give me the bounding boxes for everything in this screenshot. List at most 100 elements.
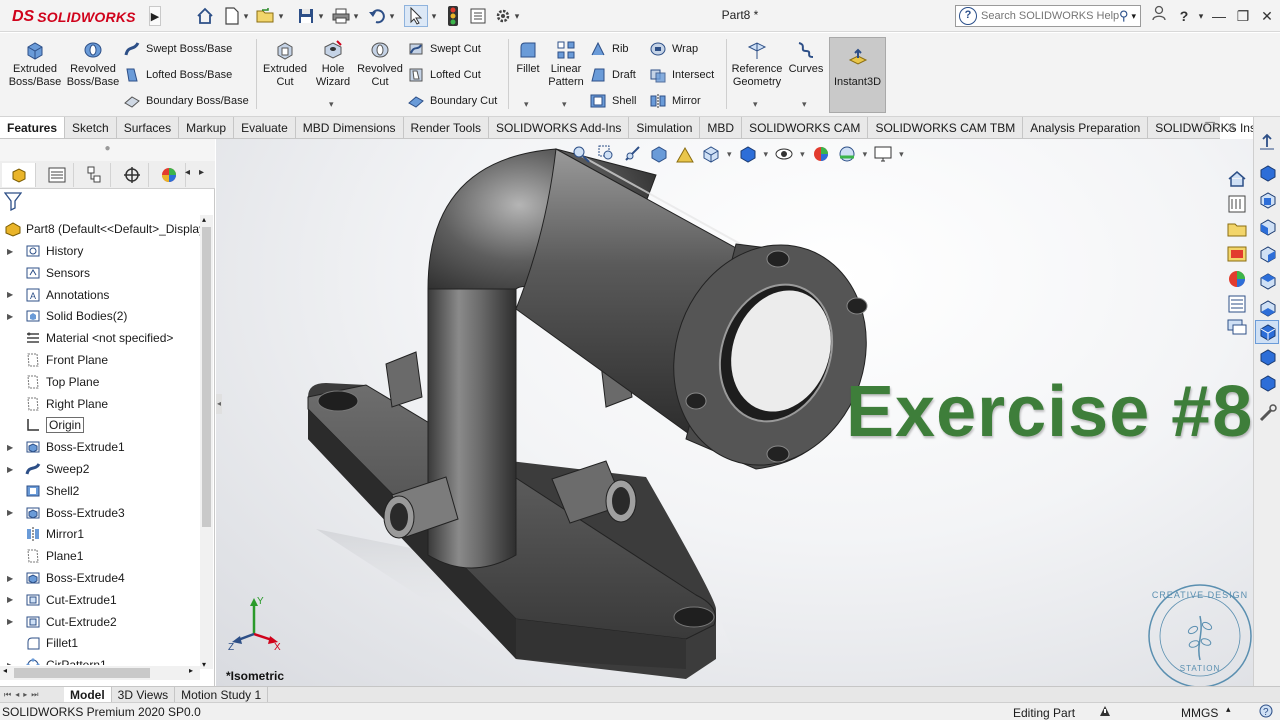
- search-icon[interactable]: ⚲: [1119, 8, 1129, 24]
- close-button[interactable]: ✕: [1256, 5, 1278, 27]
- scroll-left-icon[interactable]: ◂: [3, 666, 7, 675]
- apply-scene-icon[interactable]: [837, 144, 857, 164]
- tree-item-front-plane[interactable]: Front Plane: [0, 350, 108, 370]
- undo-dropdown-caret[interactable]: ▾: [388, 5, 396, 27]
- expand-arrow-icon[interactable]: ▶: [7, 574, 17, 583]
- panel-drag-handle[interactable]: ●: [0, 139, 215, 161]
- tab-solidworks-add-ins[interactable]: SOLIDWORKS Add-Ins: [489, 117, 630, 138]
- zoom-to-area-icon[interactable]: [597, 144, 617, 164]
- prev-tab-icon[interactable]: ◂: [15, 690, 19, 699]
- tab-mbd[interactable]: MBD: [700, 117, 743, 138]
- propertymanager-tab[interactable]: [40, 163, 74, 187]
- tabs-scroll-right-icon[interactable]: ▸: [199, 167, 204, 178]
- view-orientation-dropdown-caret[interactable]: ▾: [727, 149, 732, 160]
- tree-item-plane1[interactable]: Plane1: [0, 546, 83, 566]
- tab-restore-icon[interactable]: ❐: [1204, 120, 1216, 136]
- appearances-icon[interactable]: [1226, 268, 1248, 290]
- open-folder-icon[interactable]: [255, 5, 277, 27]
- normal-to-icon[interactable]: [1258, 403, 1278, 423]
- view-orientation-icon[interactable]: [701, 144, 721, 164]
- tab-analysis-preparation[interactable]: Analysis Preparation: [1023, 117, 1149, 138]
- panel-collapse-handle[interactable]: ◂: [216, 394, 222, 414]
- tree-vertical-scrollbar[interactable]: ▴ ▾: [200, 215, 213, 669]
- view-isometric-cube-icon[interactable]: [1258, 322, 1278, 342]
- view-left-cube-icon[interactable]: [1258, 217, 1278, 237]
- fillet-button[interactable]: Fillet: [512, 39, 544, 76]
- featuremanager-tab[interactable]: [2, 163, 36, 187]
- tree-item-solid-bodies-2[interactable]: ▶ Solid Bodies(2): [0, 306, 127, 326]
- expand-arrow-icon[interactable]: ▶: [7, 247, 17, 256]
- filter-icon[interactable]: [3, 191, 24, 212]
- tab-mbd-dimensions[interactable]: MBD Dimensions: [296, 117, 404, 138]
- select-arrow-icon[interactable]: [404, 5, 428, 27]
- scroll-up-icon[interactable]: ▴: [202, 215, 206, 224]
- new-document-icon[interactable]: [221, 5, 243, 27]
- options-gear-icon[interactable]: [492, 5, 514, 27]
- mirror-button[interactable]: Mirror: [650, 92, 701, 110]
- configurationmanager-tab[interactable]: [77, 163, 111, 187]
- expand-arrow-icon[interactable]: ▶: [7, 290, 17, 299]
- print-dropdown-caret[interactable]: ▾: [352, 5, 360, 27]
- save-icon[interactable]: [295, 5, 317, 27]
- hide-show-items-icon[interactable]: [774, 144, 794, 164]
- part-root-node[interactable]: Part8 (Default<<Default>_Display: [4, 219, 200, 239]
- view-trimetric-cube-icon[interactable]: [1258, 347, 1278, 367]
- swept-cut-button[interactable]: Swept Cut: [408, 40, 481, 58]
- fillet-dropdown-caret[interactable]: ▾: [524, 99, 529, 110]
- next-tab-icon[interactable]: ▸: [23, 690, 27, 699]
- help-status-icon[interactable]: ?: [1258, 704, 1274, 718]
- tab-solidworks-cam[interactable]: SOLIDWORKS CAM: [742, 117, 869, 138]
- select-dropdown-caret[interactable]: ▾: [430, 5, 438, 27]
- swept-boss-button[interactable]: Swept Boss/Base: [124, 40, 232, 58]
- zoom-to-fit-icon[interactable]: [571, 144, 591, 164]
- revolved-boss-button[interactable]: Revolved Boss/Base: [66, 39, 120, 89]
- design-library-folder-icon[interactable]: [1226, 218, 1248, 240]
- tree-item-boss-extrude1[interactable]: ▶ Boss-Extrude1: [0, 437, 125, 457]
- menu-flyout-arrow[interactable]: ▶: [149, 6, 161, 26]
- bottom-tab-motion-study-1[interactable]: Motion Study 1: [175, 687, 269, 702]
- displaymanager-tab[interactable]: [152, 163, 186, 187]
- view-settings-monitor-icon[interactable]: [873, 144, 893, 164]
- tree-item-cirpattern1[interactable]: ▶ CirPattern1: [0, 655, 107, 665]
- new-dropdown-caret[interactable]: ▾: [242, 5, 250, 27]
- minimize-button[interactable]: —: [1208, 5, 1230, 27]
- expand-arrow-icon[interactable]: ▶: [7, 443, 17, 452]
- boundary-boss-button[interactable]: Boundary Boss/Base: [124, 92, 249, 110]
- tree-item-sensors[interactable]: Sensors: [0, 263, 90, 283]
- 3d-content-central-icon[interactable]: [1226, 193, 1248, 215]
- first-tab-icon[interactable]: ⏮: [4, 690, 11, 700]
- file-properties-icon[interactable]: [467, 5, 489, 27]
- tree-horizontal-scrollbar[interactable]: ◂ ▸: [0, 666, 200, 680]
- bottom-tab-model[interactable]: Model: [64, 687, 112, 702]
- tree-item-material-not-specified[interactable]: Material <not specified>: [0, 328, 173, 348]
- instant3d-button[interactable]: Instant3D: [829, 37, 886, 113]
- tree-item-origin[interactable]: Origin: [0, 415, 85, 435]
- last-tab-icon[interactable]: ⏭: [31, 690, 38, 700]
- tree-item-top-plane[interactable]: Top Plane: [0, 372, 99, 392]
- scroll-down-icon[interactable]: ▾: [202, 660, 206, 669]
- curves-button[interactable]: Curves: [788, 39, 824, 76]
- units-dropdown-caret[interactable]: ▴: [1226, 704, 1231, 715]
- hole-wizard-button[interactable]: Hole Wizard: [313, 39, 353, 89]
- tab-features[interactable]: Features: [0, 117, 66, 138]
- search-dropdown-caret[interactable]: ▾: [1132, 11, 1137, 22]
- tree-item-annotations[interactable]: ▶ A Annotations: [0, 285, 109, 305]
- view-back-cube-icon[interactable]: [1258, 190, 1278, 210]
- expand-arrow-icon[interactable]: ▶: [7, 508, 17, 517]
- expand-arrow-icon[interactable]: ▶: [7, 312, 17, 321]
- undo-icon[interactable]: [366, 5, 388, 27]
- tree-item-sweep2[interactable]: ▶ Sweep2: [0, 459, 89, 479]
- lofted-cut-button[interactable]: Lofted Cut: [408, 66, 481, 84]
- tree-item-mirror1[interactable]: Mirror1: [0, 524, 84, 544]
- tab-markup[interactable]: Markup: [179, 117, 235, 138]
- view-up-arrow-icon[interactable]: [1258, 133, 1276, 151]
- graphics-area[interactable]: ▾ ▾ ▾ ▾ ▾ Exercise #8 Y X Z *Isometric C…: [216, 139, 1253, 686]
- home-view-icon[interactable]: [1226, 168, 1248, 190]
- section-view-icon[interactable]: [649, 144, 669, 164]
- revolved-cut-button[interactable]: Revolved Cut: [356, 39, 404, 89]
- tab-sketch[interactable]: Sketch: [65, 117, 117, 138]
- expand-arrow-icon[interactable]: ▶: [7, 617, 17, 626]
- tab-simulation[interactable]: Simulation: [629, 117, 701, 138]
- options-dropdown-caret[interactable]: ▾: [513, 5, 521, 27]
- view-top-cube-icon[interactable]: [1258, 271, 1278, 291]
